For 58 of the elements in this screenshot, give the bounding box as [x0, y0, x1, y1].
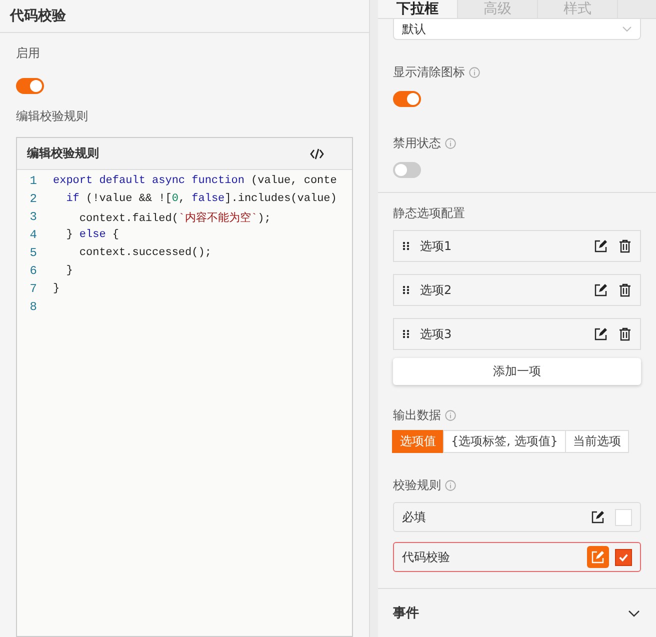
- segment-option[interactable]: 当前选项: [564, 430, 629, 453]
- line-number: 6: [28, 264, 37, 278]
- edit-icon[interactable]: [594, 283, 608, 297]
- line-number: 3: [28, 210, 37, 224]
- option-label: 选项3: [420, 326, 453, 342]
- code-editor[interactable]: 编辑校验规则 1 export default async function (value, conte 2 if (!value && ![0, false].includes(value) 3 context.failed(`内容不能为空`); 4 } else { 5 context.successed(); 6 } 7 } 8: [16, 137, 353, 637]
- chevron-down-icon: [622, 24, 632, 34]
- trash-icon[interactable]: [618, 283, 632, 297]
- code-line: } else {: [65, 229, 120, 241]
- events-section-header[interactable]: 事件: [393, 589, 641, 637]
- code-icon[interactable]: [310, 146, 324, 160]
- option-label: 选项1: [420, 238, 453, 254]
- info-icon: [469, 67, 480, 78]
- toggle-switch[interactable]: [16, 78, 44, 94]
- field-label: 输出数据: [393, 407, 441, 424]
- trash-icon[interactable]: [618, 327, 632, 341]
- field-label: 启用: [16, 45, 41, 62]
- tab[interactable]: 下拉框: [378, 0, 458, 18]
- trash-icon[interactable]: [618, 239, 632, 253]
- line-number: 8: [28, 300, 37, 314]
- edit-icon[interactable]: [594, 239, 608, 253]
- field-label: 编辑校验规则: [16, 108, 89, 125]
- field-label: 校验规则: [393, 477, 441, 494]
- field-label: 禁用状态: [393, 135, 441, 152]
- panel-title: 代码校验: [0, 0, 369, 33]
- line-number: 7: [28, 282, 37, 296]
- checkbox[interactable]: [615, 548, 632, 566]
- line-number: 2: [28, 192, 37, 206]
- info-icon: [445, 138, 456, 149]
- line-number: 4: [28, 228, 37, 242]
- info-icon: [445, 410, 456, 421]
- field-label: 显示清除图标: [393, 64, 465, 81]
- section-title: 事件: [393, 605, 419, 622]
- drag-handle-icon[interactable]: [402, 239, 410, 253]
- info-icon: [445, 480, 456, 491]
- code-line: }: [53, 283, 60, 295]
- checkmark-icon: [618, 552, 629, 562]
- rule-label: 代码校验: [402, 548, 451, 566]
- toggle-switch[interactable]: [393, 91, 421, 107]
- toggle-switch[interactable]: [393, 162, 421, 178]
- rule-label: 必填: [402, 508, 427, 526]
- add-item-button[interactable]: 添加一项: [393, 358, 641, 385]
- drag-handle-icon[interactable]: [402, 283, 410, 297]
- code-line: context.successed();: [78, 247, 212, 259]
- line-number: 5: [28, 246, 37, 260]
- code-line: }: [65, 265, 73, 277]
- select-field[interactable]: 默认: [393, 19, 641, 40]
- editor-title: 编辑校验规则: [27, 145, 99, 162]
- segment-option[interactable]: {选项标签, 选项值}: [443, 430, 566, 453]
- field-label: 静态选项配置: [393, 205, 466, 222]
- drag-handle-icon[interactable]: [402, 327, 410, 341]
- code-line: if (!value && ![0, false].includes(value): [65, 193, 337, 205]
- edit-icon[interactable]: [591, 510, 605, 524]
- code-line: export default async function (value, conte: [53, 175, 337, 187]
- option-label: 选项2: [420, 282, 453, 298]
- code-line: context.failed(`内容不能为空`);: [78, 210, 271, 224]
- edit-icon[interactable]: [594, 327, 608, 341]
- line-number: 1: [28, 174, 37, 188]
